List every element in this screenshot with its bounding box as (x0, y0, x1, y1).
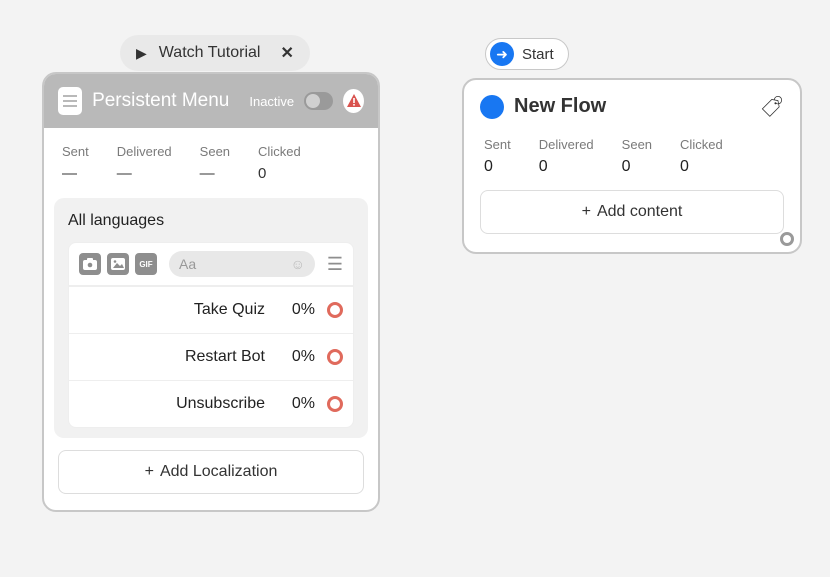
stat-label: Sent (62, 144, 89, 159)
add-content-button[interactable]: + Add content (480, 190, 784, 234)
menu-item-label: Take Quiz (194, 301, 265, 319)
stat-label: Sent (484, 137, 511, 152)
stat-label: Clicked (258, 144, 301, 159)
hamburger-icon[interactable]: ☰ (327, 254, 343, 275)
status-toggle[interactable] (304, 92, 333, 110)
close-icon[interactable]: ✕ (280, 43, 293, 63)
stat-label: Clicked (680, 137, 723, 152)
stat-value: — (117, 165, 172, 182)
menu-item-label: Unsubscribe (176, 395, 265, 413)
composer: GIF Aa ☺ ☰ Take Quiz 0% Restart Bot 0% U… (68, 242, 354, 428)
stat-value: 0 (484, 158, 511, 176)
composer-input[interactable]: Aa ☺ (169, 251, 315, 277)
status-label: Inactive (249, 94, 294, 109)
stat-value: 0 (539, 158, 594, 176)
new-flow-card: New Flow 🏷︎ Sent 0 Delivered 0 Seen 0 Cl… (462, 78, 802, 254)
language-box: All languages GIF Aa ☺ ☰ Take Quiz 0% (54, 198, 368, 438)
stat-value: — (62, 165, 89, 182)
connector-node-icon[interactable] (327, 396, 343, 412)
emoji-icon[interactable]: ☺ (291, 256, 305, 272)
gif-icon[interactable]: GIF (135, 253, 157, 275)
image-icon[interactable] (107, 253, 129, 275)
new-flow-stats: Sent 0 Delivered 0 Seen 0 Clicked 0 (480, 119, 784, 190)
menu-item-pct: 0% (277, 348, 315, 366)
stat-value: 0 (680, 158, 723, 176)
stat-sent: Sent — (62, 144, 89, 182)
stat-label: Seen (200, 144, 230, 159)
menu-item-label: Restart Bot (185, 348, 265, 366)
menu-item[interactable]: Restart Bot 0% (69, 333, 353, 380)
add-content-label: Add content (597, 203, 682, 221)
menu-item-pct: 0% (277, 301, 315, 319)
warning-icon[interactable] (343, 89, 364, 113)
stat-sent: Sent 0 (484, 137, 511, 176)
stat-seen: Seen 0 (622, 137, 652, 176)
stat-clicked: Clicked 0 (680, 137, 723, 176)
new-flow-header: New Flow 🏷︎ (480, 94, 784, 119)
persistent-menu-header: Persistent Menu Inactive (44, 74, 378, 128)
connector-node-icon[interactable] (327, 302, 343, 318)
stat-label: Seen (622, 137, 652, 152)
composer-bar: GIF Aa ☺ ☰ (69, 243, 353, 286)
persistent-menu-card: Persistent Menu Inactive Sent — Delivere… (42, 72, 380, 512)
menu-item-pct: 0% (277, 395, 315, 413)
persistent-menu-stats: Sent — Delivered — Seen — Clicked 0 (44, 128, 378, 196)
menu-item[interactable]: Unsubscribe 0% (69, 380, 353, 427)
stat-clicked: Clicked 0 (258, 144, 301, 182)
stat-delivered: Delivered — (117, 144, 172, 182)
stat-label: Delivered (539, 137, 594, 152)
tag-icon[interactable]: 🏷︎ (759, 94, 784, 119)
plus-icon: + (582, 203, 591, 221)
play-icon: ▶ (136, 45, 147, 62)
watch-tutorial-pill[interactable]: ▶ Watch Tutorial ✕ (120, 35, 310, 71)
add-localization-button[interactable]: + Add Localization (58, 450, 364, 494)
start-pill[interactable]: ➜ Start (485, 38, 569, 70)
stat-value: 0 (258, 165, 301, 182)
chat-bubble-icon (480, 95, 504, 119)
start-label: Start (522, 46, 554, 63)
add-localization-label: Add Localization (160, 463, 277, 481)
stat-value: — (200, 165, 230, 182)
composer-placeholder: Aa (179, 256, 196, 272)
language-title: All languages (68, 212, 354, 230)
arrow-right-icon: ➜ (490, 42, 514, 66)
stat-label: Delivered (117, 144, 172, 159)
connector-node-icon[interactable] (327, 349, 343, 365)
camera-icon[interactable] (79, 253, 101, 275)
watch-tutorial-label: Watch Tutorial (159, 44, 261, 62)
stat-value: 0 (622, 158, 652, 176)
stat-delivered: Delivered 0 (539, 137, 594, 176)
menu-item[interactable]: Take Quiz 0% (69, 286, 353, 333)
new-flow-title: New Flow (514, 95, 749, 118)
stat-seen: Seen — (200, 144, 230, 182)
connector-node-icon[interactable] (780, 232, 794, 246)
persistent-menu-title: Persistent Menu (92, 90, 229, 112)
menu-icon (58, 87, 82, 115)
plus-icon: + (145, 463, 154, 481)
